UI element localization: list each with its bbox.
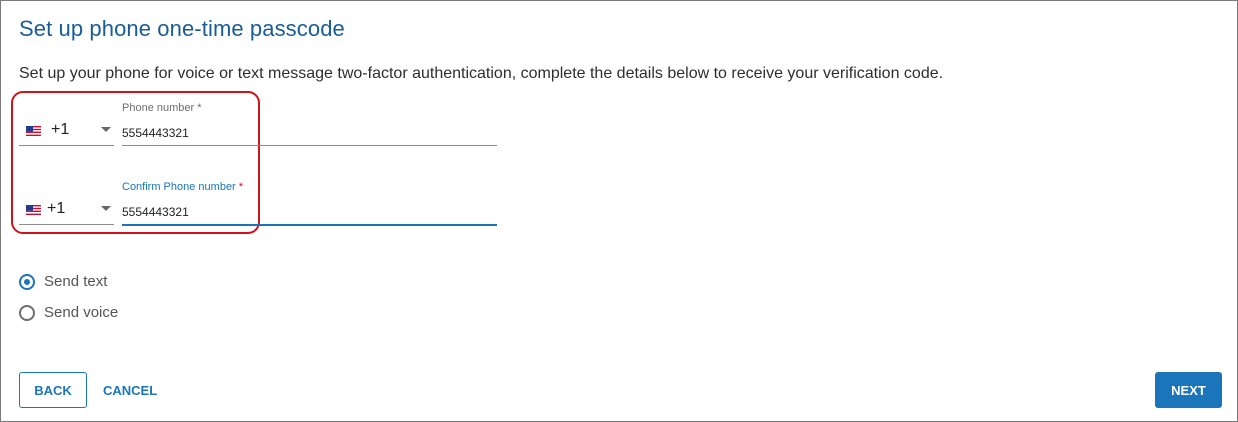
confirm-country-code: +1 bbox=[47, 200, 66, 217]
cancel-button[interactable]: CANCEL bbox=[97, 372, 163, 408]
confirm-phone-number-label: Confirm Phone number * bbox=[122, 181, 244, 193]
radio-unchecked-icon bbox=[19, 304, 35, 321]
setup-dialog: Set up phone one-time passcode Set up yo… bbox=[0, 0, 1238, 422]
send-text-label: Send text bbox=[44, 273, 108, 290]
send-text-option[interactable]: Send text bbox=[19, 273, 107, 290]
us-flag-icon bbox=[26, 205, 41, 215]
chevron-down-icon bbox=[101, 127, 111, 132]
back-button[interactable]: BACK bbox=[19, 372, 87, 408]
page-description: Set up your phone for voice or text mess… bbox=[19, 65, 944, 82]
radio-checked-icon bbox=[19, 273, 35, 290]
next-button[interactable]: NEXT bbox=[1155, 372, 1222, 408]
phone-country-code-select[interactable]: +1 bbox=[19, 117, 114, 146]
phone-country-code: +1 bbox=[51, 121, 70, 138]
confirm-country-code-select[interactable]: +1 bbox=[19, 196, 114, 225]
page-title: Set up phone one-time passcode bbox=[19, 16, 345, 41]
send-voice-option[interactable]: Send voice bbox=[19, 304, 118, 321]
chevron-down-icon bbox=[101, 206, 111, 211]
phone-number-label: Phone number * bbox=[122, 102, 202, 114]
send-voice-label: Send voice bbox=[44, 304, 119, 321]
phone-number-input[interactable] bbox=[122, 121, 497, 146]
confirm-phone-number-input[interactable] bbox=[122, 200, 497, 226]
us-flag-icon bbox=[26, 126, 41, 136]
